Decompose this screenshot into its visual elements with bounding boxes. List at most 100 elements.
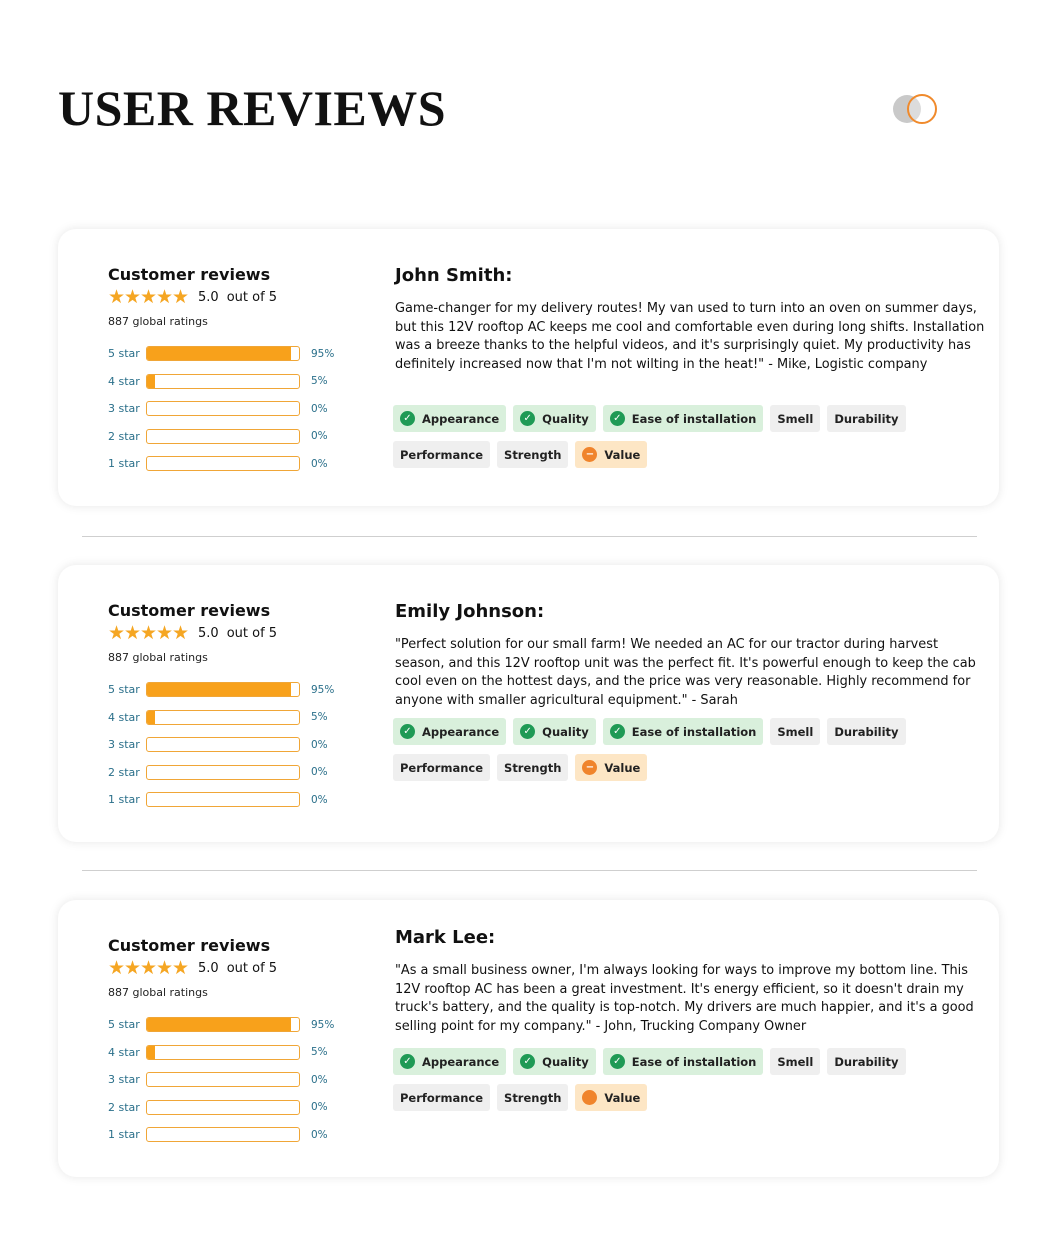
bar-label[interactable]: 5 star (108, 1018, 146, 1031)
rating-bar-row[interactable]: 3 star 0% (108, 1066, 348, 1094)
rating-bar-fill (147, 683, 292, 697)
review-body: John Smith: Game-changer for my delivery… (395, 265, 985, 375)
global-ratings-count[interactable]: 887 global ratings (108, 986, 348, 999)
tag-chip[interactable]: ✓ Ease of installation (602, 1048, 764, 1075)
tag-chip[interactable]: ✓ Quality (513, 718, 596, 745)
tag-chip[interactable]: Strength (497, 1084, 569, 1111)
rating-out-of: out of 5 (226, 289, 278, 305)
bar-label[interactable]: 1 star (108, 457, 146, 470)
star-icon: ★ (172, 956, 190, 979)
tag-chip[interactable]: Strength (497, 441, 569, 468)
rating-bar-row[interactable]: 2 star 0% (108, 1094, 348, 1122)
tag-chip[interactable]: ✓ Appearance (393, 405, 507, 432)
bar-label[interactable]: 2 star (108, 766, 146, 779)
tag-label: Strength (504, 447, 562, 462)
rating-bar-row[interactable]: 3 star 0% (108, 395, 348, 423)
bar-label[interactable]: 1 star (108, 1128, 146, 1141)
rating-bar-row[interactable]: 4 star 5% (108, 1039, 348, 1067)
tag-chip[interactable]: Smell (770, 718, 821, 745)
global-ratings-count[interactable]: 887 global ratings (108, 315, 348, 328)
tag-label: Quality (542, 724, 589, 739)
tag-label: Performance (400, 760, 484, 775)
tag-chip[interactable]: Performance (393, 754, 491, 781)
rating-bar (146, 1017, 300, 1033)
bar-percent[interactable]: 0% (311, 766, 328, 778)
tag-chip[interactable]: − Value (575, 754, 648, 781)
tag-chip[interactable]: − Value (575, 441, 648, 468)
tag-label: Smell (777, 1054, 814, 1069)
bar-percent[interactable]: 5% (311, 1046, 328, 1058)
rating-bar-fill (147, 374, 155, 388)
bar-percent[interactable]: 95% (311, 1019, 334, 1031)
review-body: Emily Johnson: "Perfect solution for our… (395, 601, 985, 711)
review-text: "Perfect solution for our small farm! We… (395, 637, 976, 709)
bar-label[interactable]: 3 star (108, 402, 146, 415)
bar-label[interactable]: 3 star (108, 738, 146, 751)
tag-chip[interactable]: ✓ Quality (513, 405, 596, 432)
bar-label[interactable]: 4 star (108, 711, 146, 724)
tag-chip[interactable]: ✓ Ease of installation (602, 718, 764, 745)
tag-chip[interactable]: Performance (393, 1084, 491, 1111)
summary-title: Customer reviews (108, 601, 271, 620)
bar-label[interactable]: 4 star (108, 1046, 146, 1059)
tag-chip[interactable]: Durability (827, 1048, 906, 1075)
tag-chip[interactable]: Durability (827, 405, 906, 432)
bar-label[interactable]: 5 star (108, 347, 146, 360)
bar-percent[interactable]: 0% (311, 1074, 328, 1086)
tag-chip[interactable]: Smell (770, 405, 821, 432)
bar-label[interactable]: 3 star (108, 1073, 146, 1086)
global-ratings-count[interactable]: 887 global ratings (108, 651, 348, 664)
star-icon: ★ (140, 621, 158, 644)
rating-bar-row[interactable]: 4 star 5% (108, 368, 348, 396)
bar-percent[interactable]: 0% (311, 1129, 328, 1141)
bar-percent[interactable]: 0% (311, 794, 328, 806)
check-circle-icon: ✓ (609, 724, 625, 739)
tag-chip[interactable]: Value (575, 1084, 648, 1111)
bar-percent[interactable]: 0% (311, 739, 328, 751)
bar-percent[interactable]: 95% (311, 684, 334, 696)
tag-chip[interactable]: ✓ Appearance (393, 718, 507, 745)
bar-label[interactable]: 4 star (108, 375, 146, 388)
rating-bar-row[interactable]: 5 star 95% (108, 340, 348, 368)
tag-label: Performance (400, 1090, 484, 1105)
rating-bar-row[interactable]: 4 star 5% (108, 704, 348, 732)
rating-bar-row[interactable]: 2 star 0% (108, 423, 348, 451)
tag-chip[interactable]: ✓ Quality (513, 1048, 596, 1075)
rating-bar-row[interactable]: 1 star 0% (108, 450, 348, 478)
reviewer-name: Emily Johnson: (395, 601, 545, 622)
tag-chip[interactable]: Strength (497, 754, 569, 781)
bar-label[interactable]: 2 star (108, 430, 146, 443)
bar-percent[interactable]: 5% (311, 711, 328, 723)
rating-bar-row[interactable]: 5 star 95% (108, 676, 348, 704)
rating-line: ★ ★ ★ ★ ★ 5.0 out of 5 (108, 287, 348, 307)
bar-percent[interactable]: 0% (311, 403, 328, 415)
star-icon: ★ (140, 956, 158, 979)
aspect-tags: ✓ Appearance ✓ Quality ✓ Ease of installation… (393, 405, 993, 477)
tag-chip[interactable]: ✓ Ease of installation (602, 405, 764, 432)
bar-percent[interactable]: 5% (311, 375, 328, 387)
tag-label: Durability (834, 724, 899, 739)
bar-percent[interactable]: 0% (311, 1101, 328, 1113)
tag-chip[interactable]: Performance (393, 441, 491, 468)
rating-bar-row[interactable]: 3 star 0% (108, 731, 348, 759)
check-circle-icon: ✓ (400, 724, 415, 739)
bar-percent[interactable]: 0% (311, 430, 328, 442)
rating-bar-row[interactable]: 5 star 95% (108, 1011, 348, 1039)
tag-label: Quality (542, 1054, 589, 1069)
bar-label[interactable]: 2 star (108, 1101, 146, 1114)
bar-label[interactable]: 5 star (108, 683, 146, 696)
check-circle-icon: ✓ (400, 411, 415, 426)
rating-bar-row[interactable]: 1 star 0% (108, 786, 348, 814)
tag-chip[interactable]: Durability (827, 718, 906, 745)
bar-percent[interactable]: 95% (311, 348, 334, 360)
summary-title: Customer reviews (108, 265, 271, 284)
tag-chip[interactable]: ✓ Appearance (393, 1048, 507, 1075)
tag-label: Value (604, 447, 641, 462)
bar-label[interactable]: 1 star (108, 793, 146, 806)
toggle-switch[interactable] (893, 94, 939, 124)
star-icon: ★ (108, 956, 126, 979)
rating-bar-row[interactable]: 1 star 0% (108, 1121, 348, 1149)
rating-bar-row[interactable]: 2 star 0% (108, 759, 348, 787)
bar-percent[interactable]: 0% (311, 458, 328, 470)
tag-chip[interactable]: Smell (770, 1048, 821, 1075)
